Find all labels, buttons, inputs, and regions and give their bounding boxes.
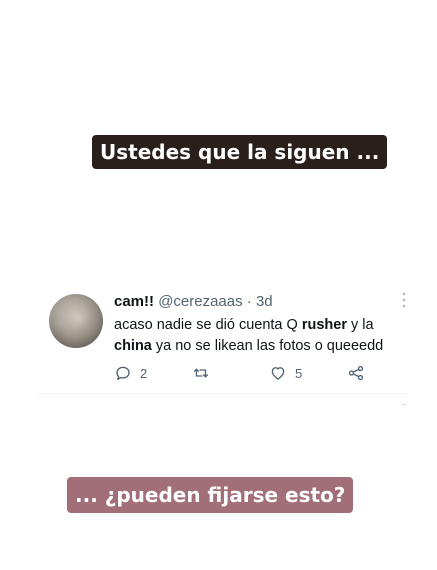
reply-button[interactable]: 2: [114, 363, 147, 383]
tweet-card[interactable]: cam!! @cerezaaas · 3d acaso nadie se dió…: [38, 290, 422, 394]
story-caption-top: Ustedes que la siguen ...: [92, 135, 388, 169]
like-count: 5: [295, 365, 303, 381]
tweet-text: acaso nadie se dió cuenta Q rusher y la …: [114, 317, 384, 354]
divider-fragment: [402, 404, 405, 405]
reply-count: 2: [140, 365, 148, 381]
mention-rusher: rusher: [301, 317, 347, 333]
reply-bubble-icon: [116, 366, 130, 381]
share-button[interactable]: [347, 363, 373, 383]
heart-icon: [271, 367, 285, 380]
mention-china: china: [114, 338, 152, 354]
share-icon: [348, 365, 364, 381]
vertical-ellipsis-icon: [402, 292, 406, 308]
retweet-button[interactable]: [192, 363, 218, 383]
retweet-icon: [193, 368, 209, 378]
more-options-icon[interactable]: [399, 292, 409, 310]
like-button[interactable]: 5: [269, 363, 302, 383]
avatar-image: [49, 294, 103, 348]
handle-and-time[interactable]: @cerezaaas · 3d: [158, 293, 272, 310]
story-caption-bottom: ... ¿pueden fijarse esto?: [67, 477, 354, 513]
display-name[interactable]: cam!!: [114, 293, 154, 310]
tweet-divider: [38, 393, 408, 394]
avatar[interactable]: [49, 294, 103, 348]
tweet-actions: 2 5: [114, 363, 374, 383]
tweet-header: cam!! @cerezaaas · 3d: [114, 293, 273, 311]
